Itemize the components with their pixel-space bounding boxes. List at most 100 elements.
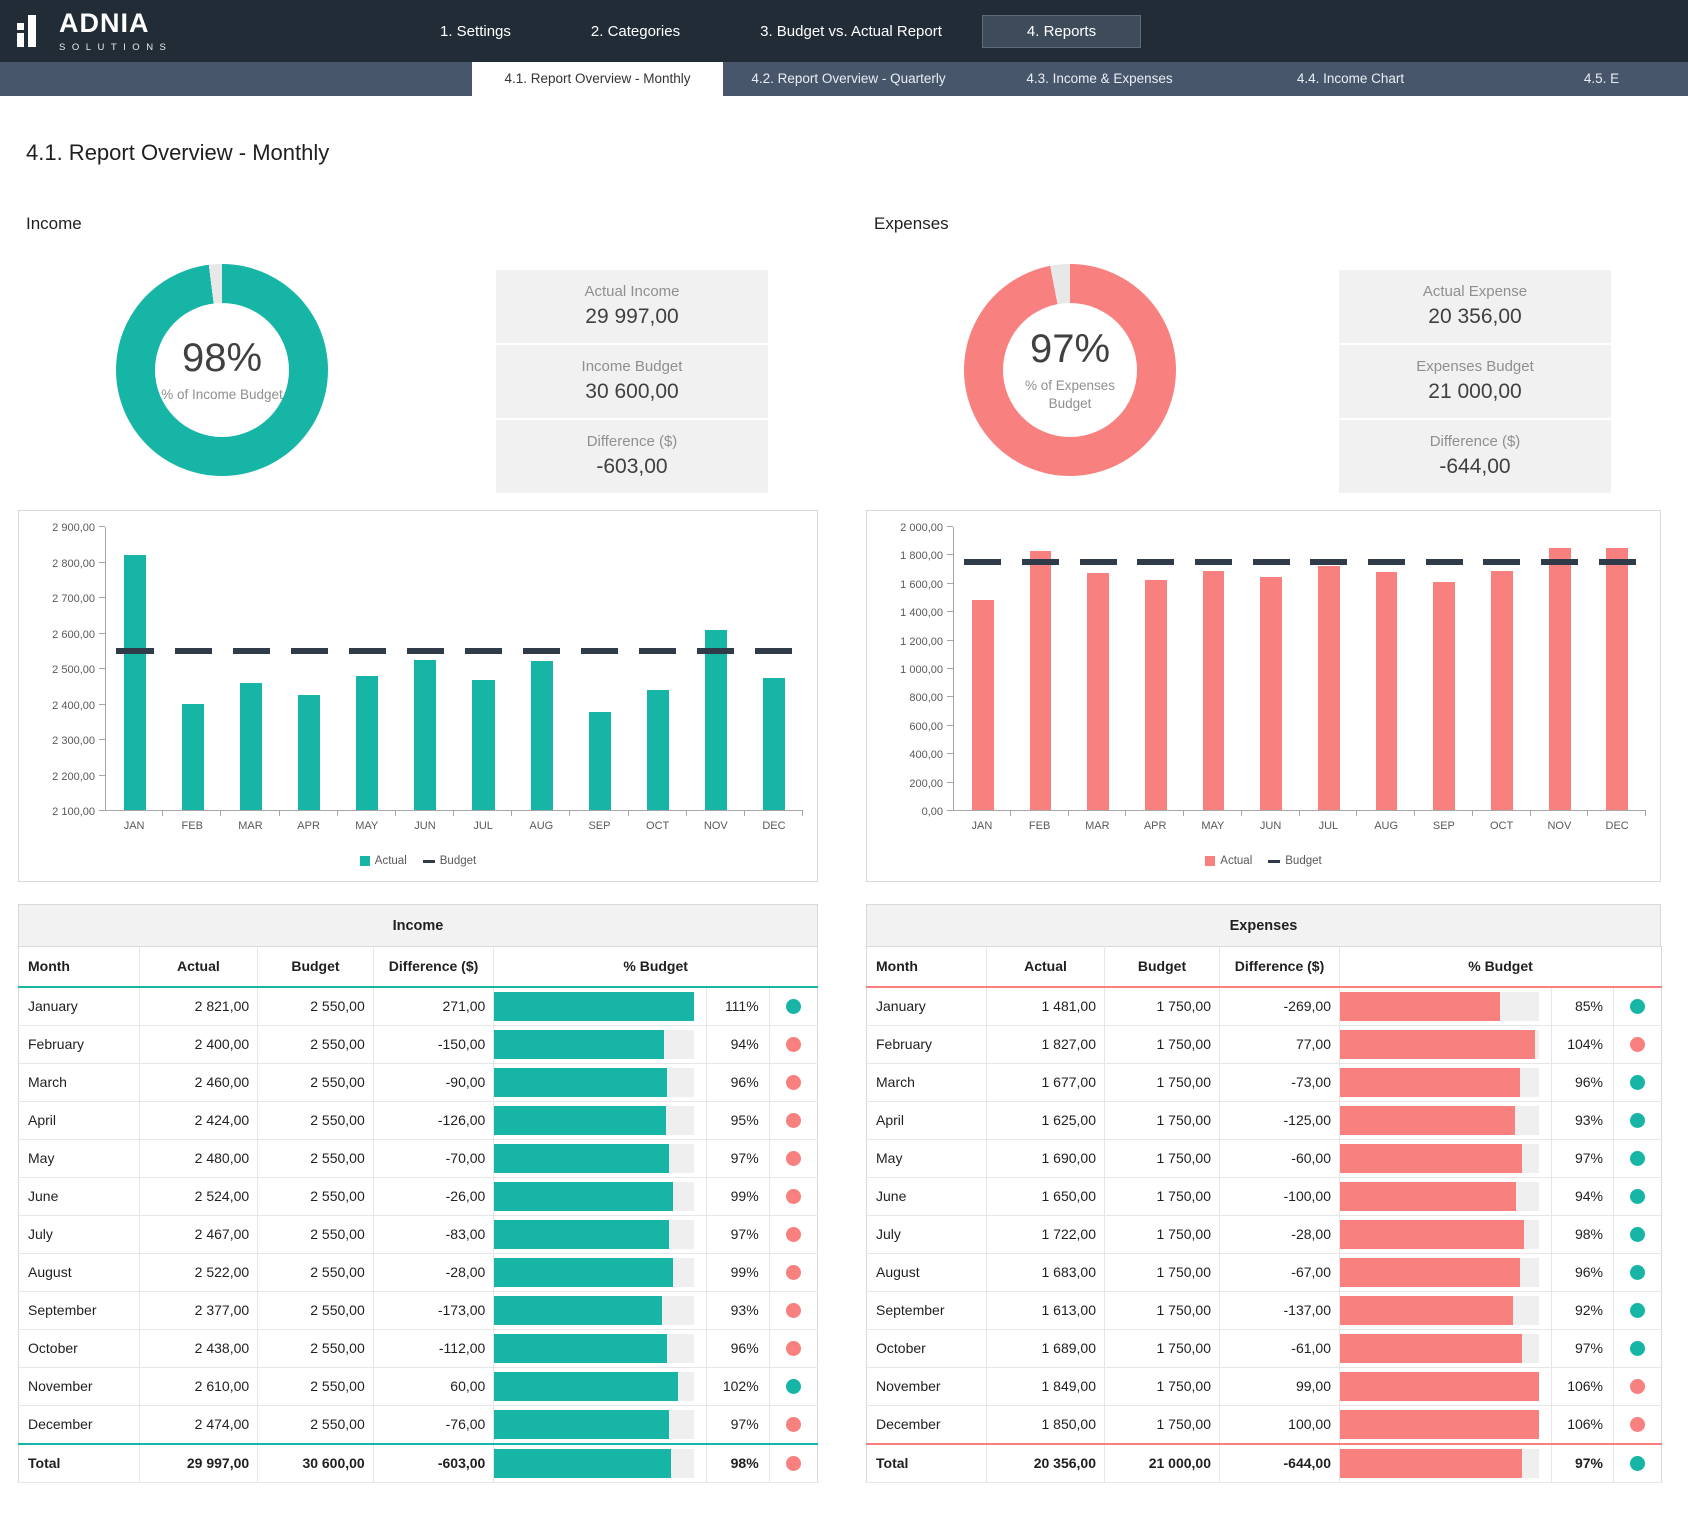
difference-cell: -83,00 — [373, 1215, 494, 1253]
bar-slot — [513, 527, 571, 810]
pct-budget-bar-cell — [1340, 1405, 1552, 1444]
status-cell — [1614, 987, 1662, 1026]
summary-card: Actual Income 29 997,00 — [496, 270, 768, 343]
difference-cell: -603,00 — [373, 1444, 494, 1483]
budget-dash-mar — [233, 648, 270, 654]
pct-bar-track — [494, 1449, 694, 1478]
actual-bar-may — [356, 676, 378, 810]
actual-cell: 2 377,00 — [139, 1291, 258, 1329]
summary-label: Expenses Budget — [1339, 345, 1611, 375]
difference-cell: -76,00 — [373, 1405, 494, 1444]
difference-cell: -173,00 — [373, 1291, 494, 1329]
actual-cell: 1 677,00 — [987, 1063, 1105, 1101]
bar-slot — [1012, 527, 1070, 810]
actual-cell: 2 400,00 — [139, 1025, 258, 1063]
table-row: March2 460,002 550,00-90,0096% — [19, 1063, 818, 1101]
pct-bar-track — [1340, 1182, 1539, 1211]
actual-bar-apr — [1145, 580, 1167, 810]
month-label: NOV — [687, 820, 745, 832]
pct-value-cell: 96% — [1552, 1253, 1614, 1291]
budget-dash-nov — [697, 648, 734, 654]
pct-value-cell: 106% — [1552, 1367, 1614, 1405]
pct-bar-track — [1340, 1410, 1539, 1439]
status-dot-icon — [1630, 1341, 1645, 1356]
table-row: June1 650,001 750,00-100,0094% — [867, 1177, 1662, 1215]
y-tick-label: 2 100,00 — [52, 806, 95, 818]
month-cell: November — [19, 1367, 140, 1405]
summary-value: 21 000,00 — [1339, 380, 1611, 404]
menu-item-1-settings[interactable]: 1. Settings — [400, 15, 551, 48]
month-cell: December — [867, 1405, 987, 1444]
pct-bar-track — [1340, 1220, 1539, 1249]
month-cell: August — [19, 1253, 140, 1291]
tab-4-4-income-chart[interactable]: 4.4. Income Chart — [1225, 62, 1476, 96]
actual-bar-jun — [414, 660, 436, 810]
month-label: JUL — [454, 820, 512, 832]
actual-bar-may — [1203, 571, 1225, 810]
pct-value-cell: 97% — [1552, 1329, 1614, 1367]
difference-cell: -61,00 — [1220, 1329, 1340, 1367]
difference-cell: -125,00 — [1220, 1101, 1340, 1139]
table-row: April1 625,001 750,00-125,0093% — [867, 1101, 1662, 1139]
pct-bar-fill — [494, 1410, 669, 1439]
month-cell: May — [19, 1139, 140, 1177]
summary-card: Income Budget 30 600,00 — [496, 345, 768, 418]
difference-cell: -112,00 — [373, 1329, 494, 1367]
status-dot-icon — [786, 1456, 801, 1471]
budget-dash-may — [349, 648, 386, 654]
summary-value: -603,00 — [496, 455, 768, 479]
pct-value-cell: 85% — [1552, 987, 1614, 1026]
bar-slot — [1415, 527, 1473, 810]
actual-bar-jan — [972, 600, 994, 810]
tab-4-5-e[interactable]: 4.5. E — [1476, 62, 1688, 96]
month-label: SEP — [570, 820, 628, 832]
menu-item-3-budget-vs-actual-report[interactable]: 3. Budget vs. Actual Report — [720, 15, 982, 48]
actual-cell: 2 821,00 — [139, 987, 258, 1026]
pct-bar-track — [494, 1220, 694, 1249]
status-cell — [769, 1025, 817, 1063]
pct-value-cell: 102% — [707, 1367, 769, 1405]
bar-slot — [1242, 527, 1300, 810]
pct-bar-fill — [494, 1030, 663, 1059]
status-dot-icon — [1630, 1189, 1645, 1204]
pct-budget-bar-cell — [494, 1291, 707, 1329]
pct-bar-fill — [1340, 1144, 1522, 1173]
month-cell: September — [867, 1291, 987, 1329]
expenses-donut-chart: 97% % of Expenses Budget — [964, 264, 1176, 476]
month-cell: March — [867, 1063, 987, 1101]
pct-bar-track — [1340, 1449, 1539, 1478]
pct-value-cell: 97% — [1552, 1139, 1614, 1177]
menu-item-2-categories[interactable]: 2. Categories — [551, 15, 720, 48]
status-dot-icon — [786, 1265, 801, 1280]
income-donut-chart: 98% % of Income Budget — [116, 264, 328, 476]
status-dot-icon — [1630, 1379, 1645, 1394]
pct-bar-fill — [494, 1068, 667, 1097]
budget-dash-jan — [116, 648, 153, 654]
pct-value-cell: 96% — [707, 1329, 769, 1367]
pct-budget-bar-cell — [494, 1025, 707, 1063]
legend-budget-label: Budget — [440, 855, 476, 867]
y-tick-label: 1 400,00 — [900, 607, 943, 619]
y-tick-label: 800,00 — [909, 692, 943, 704]
menu-item-4-reports[interactable]: 4. Reports — [982, 15, 1141, 48]
status-cell — [769, 1444, 817, 1483]
pct-bar-track — [494, 1144, 694, 1173]
tab-4-2-report-overview-quarterly[interactable]: 4.2. Report Overview - Quarterly — [723, 62, 974, 96]
budget-dash-oct — [1483, 559, 1520, 565]
actual-bar-nov — [1549, 548, 1571, 810]
tab-4-3-income-expenses[interactable]: 4.3. Income & Expenses — [974, 62, 1225, 96]
difference-cell: -28,00 — [1220, 1215, 1340, 1253]
x-tick — [1300, 811, 1358, 816]
difference-cell: -73,00 — [1220, 1063, 1340, 1101]
pct-bar-fill — [1340, 1068, 1520, 1097]
pct-bar-fill — [1340, 1296, 1513, 1325]
pct-value-cell: 92% — [1552, 1291, 1614, 1329]
table-row: January2 821,002 550,00271,00111% — [19, 987, 818, 1026]
status-dot-icon — [786, 1189, 801, 1204]
tab-4-1-report-overview-monthly[interactable]: 4.1. Report Overview - Monthly — [472, 62, 723, 96]
budget-dash-sep — [1426, 559, 1463, 565]
budget-dash-apr — [291, 648, 328, 654]
status-dot-icon — [1630, 1151, 1645, 1166]
bar-slot — [1069, 527, 1127, 810]
table-row: May1 690,001 750,00-60,0097% — [867, 1139, 1662, 1177]
